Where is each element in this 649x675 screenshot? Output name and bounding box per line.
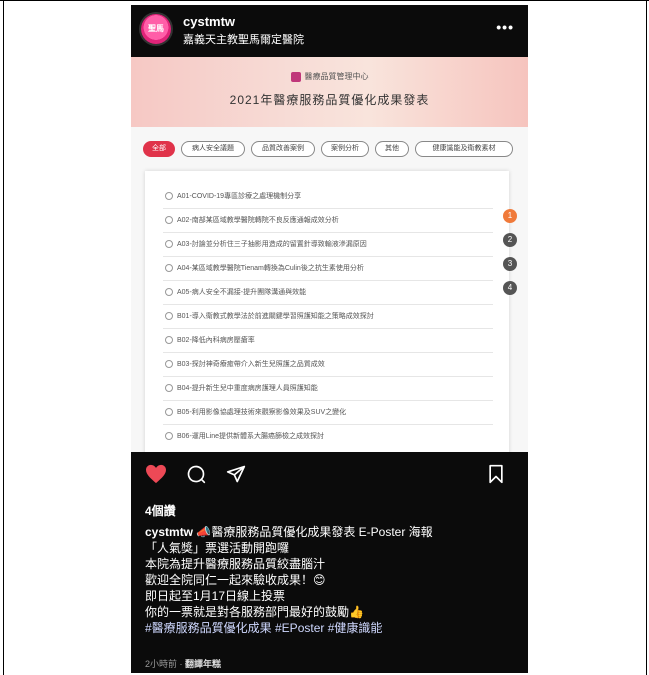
heart-icon[interactable] bbox=[145, 464, 167, 484]
divider bbox=[163, 400, 493, 401]
username[interactable]: cystmtw bbox=[183, 14, 235, 29]
list-item[interactable]: A02-南部某區域教學醫院轉院不良反應通報成效分析 bbox=[165, 213, 339, 229]
instagram-post: 聖馬 cystmtw 嘉義天主教聖馬爾定醫院 ••• 醫療品質管理中心 2021… bbox=[131, 5, 528, 673]
divider bbox=[163, 256, 493, 257]
poster-list-card: A01-COVID-19專區診療之處理機制分享 A02-南部某區域教學醫院轉院不… bbox=[145, 171, 509, 452]
frame-right bbox=[646, 0, 647, 675]
org-name: 醫療品質管理中心 bbox=[131, 71, 528, 82]
bullet-icon bbox=[165, 240, 173, 249]
bookmark-icon[interactable] bbox=[487, 464, 505, 484]
caption-username[interactable]: cystmtw bbox=[145, 525, 193, 539]
list-item[interactable]: B01-導入衛教式教學法於前進關鍵學習照護知能之策略成效探討 bbox=[165, 309, 374, 325]
list-item[interactable]: A04-某區域教學醫院Tienam轉換為Culin後之抗生素使用分析 bbox=[165, 261, 364, 277]
bullet-icon bbox=[165, 384, 173, 393]
tab-other[interactable]: 其他 bbox=[375, 141, 409, 157]
page-dot-3[interactable]: 3 bbox=[503, 257, 517, 271]
divider bbox=[163, 232, 493, 233]
tab-health-literacy[interactable]: 健康識能及衛教素材 bbox=[415, 141, 513, 157]
list-item[interactable]: B04-提升新生兒中重度病房護理人員照護知能 bbox=[165, 381, 318, 397]
comment-icon[interactable] bbox=[186, 464, 206, 484]
page-dot-4[interactable]: 4 bbox=[503, 281, 517, 295]
avatar[interactable]: 聖馬 bbox=[141, 14, 171, 44]
bullet-icon bbox=[165, 336, 173, 345]
page-dot-1[interactable]: 1 bbox=[503, 209, 517, 223]
frame-left bbox=[3, 0, 4, 675]
list-item[interactable]: B02-降低內科病房壓瘡率 bbox=[165, 333, 255, 349]
action-bar bbox=[131, 452, 528, 492]
hospital-logo-icon bbox=[290, 71, 301, 82]
divider bbox=[163, 328, 493, 329]
post-time: 2小時前 bbox=[145, 659, 178, 669]
divider bbox=[163, 352, 493, 353]
tab-quality-improvement[interactable]: 品質改善案例 bbox=[251, 141, 315, 157]
list-item[interactable]: B05-利用影像協處理技術來觀察影像效果及SUV之變化 bbox=[165, 405, 346, 421]
post-image[interactable]: 醫療品質管理中心 2021年醫療服務品質優化成果發表 全部 病人安全議題 品質改… bbox=[131, 57, 528, 452]
caption-line-6: 你的一票就是對各服務部門最好的鼓勵👍 bbox=[145, 605, 364, 619]
category-tabs: 全部 病人安全議題 品質改善案例 案例分析 其他 健康識能及衛教素材 bbox=[143, 141, 528, 161]
list-item[interactable]: A01-COVID-19專區診療之處理機制分享 bbox=[165, 189, 301, 205]
bullet-icon bbox=[165, 216, 173, 225]
avatar-text: 聖馬 bbox=[148, 24, 164, 33]
more-icon[interactable]: ••• bbox=[496, 19, 514, 35]
list-item[interactable]: A03-討論並分析住三子抽影用造成的留置針導致輸液滲漏原因 bbox=[165, 237, 367, 253]
caption-line-5: 即日起至1月17日線上投票 bbox=[145, 589, 286, 603]
translate-link[interactable]: 翻譯年糕 bbox=[185, 659, 221, 669]
frame-top bbox=[0, 0, 649, 1]
poster-banner: 醫療品質管理中心 2021年醫療服務品質優化成果發表 bbox=[131, 57, 528, 127]
list-item[interactable]: B03-探討神奇療癒帶介入新生兒照護之品質成效 bbox=[165, 357, 325, 373]
bullet-icon bbox=[165, 408, 173, 417]
post-caption: cystmtw 📣醫療服務品質優化成果發表 E-Poster 海報 「人氣獎」票… bbox=[145, 524, 520, 636]
divider bbox=[163, 376, 493, 377]
bullet-icon bbox=[165, 360, 173, 369]
poster-title: 2021年醫療服務品質優化成果發表 bbox=[229, 93, 430, 107]
post-header: 聖馬 cystmtw 嘉義天主教聖馬爾定醫院 ••• bbox=[131, 5, 528, 57]
share-icon[interactable] bbox=[226, 464, 246, 484]
hashtags[interactable]: #醫療服務品質優化成果 #EPoster #健康識能 bbox=[145, 620, 520, 636]
page-dot-2[interactable]: 2 bbox=[503, 233, 517, 247]
bullet-icon bbox=[165, 264, 173, 273]
bullet-icon bbox=[165, 312, 173, 321]
list-item[interactable]: B06-運用Line提供新體系大腸癌篩檢之成效探討 bbox=[165, 429, 324, 445]
tab-patient-safety[interactable]: 病人安全議題 bbox=[181, 141, 245, 157]
divider bbox=[163, 424, 493, 425]
location-subtitle[interactable]: 嘉義天主教聖馬爾定醫院 bbox=[183, 31, 304, 47]
bullet-icon bbox=[165, 432, 173, 441]
tab-case-analysis[interactable]: 案例分析 bbox=[321, 141, 369, 157]
tab-all[interactable]: 全部 bbox=[143, 141, 175, 157]
list-item[interactable]: A05-病人安全不漏接-提升團隊溝通與效能 bbox=[165, 285, 306, 301]
divider bbox=[163, 208, 493, 209]
caption-line-1: cystmtw 📣醫療服務品質優化成果發表 E-Poster 海報 bbox=[145, 525, 433, 539]
caption-line-3: 本院為提升醫療服務品質絞盡腦汁 bbox=[145, 557, 326, 571]
bullet-icon bbox=[165, 288, 173, 297]
caption-line-4: 歡迎全院同仁一起來驗收成果！😊 bbox=[145, 573, 326, 587]
caption-line-2: 「人氣獎」票選活動開跑囉 bbox=[145, 541, 290, 555]
bullet-icon bbox=[165, 192, 173, 201]
divider bbox=[163, 280, 493, 281]
divider bbox=[163, 304, 493, 305]
likes-count[interactable]: 4個讚 bbox=[145, 502, 176, 519]
post-meta: 2小時前 · 翻譯年糕 bbox=[145, 659, 222, 669]
